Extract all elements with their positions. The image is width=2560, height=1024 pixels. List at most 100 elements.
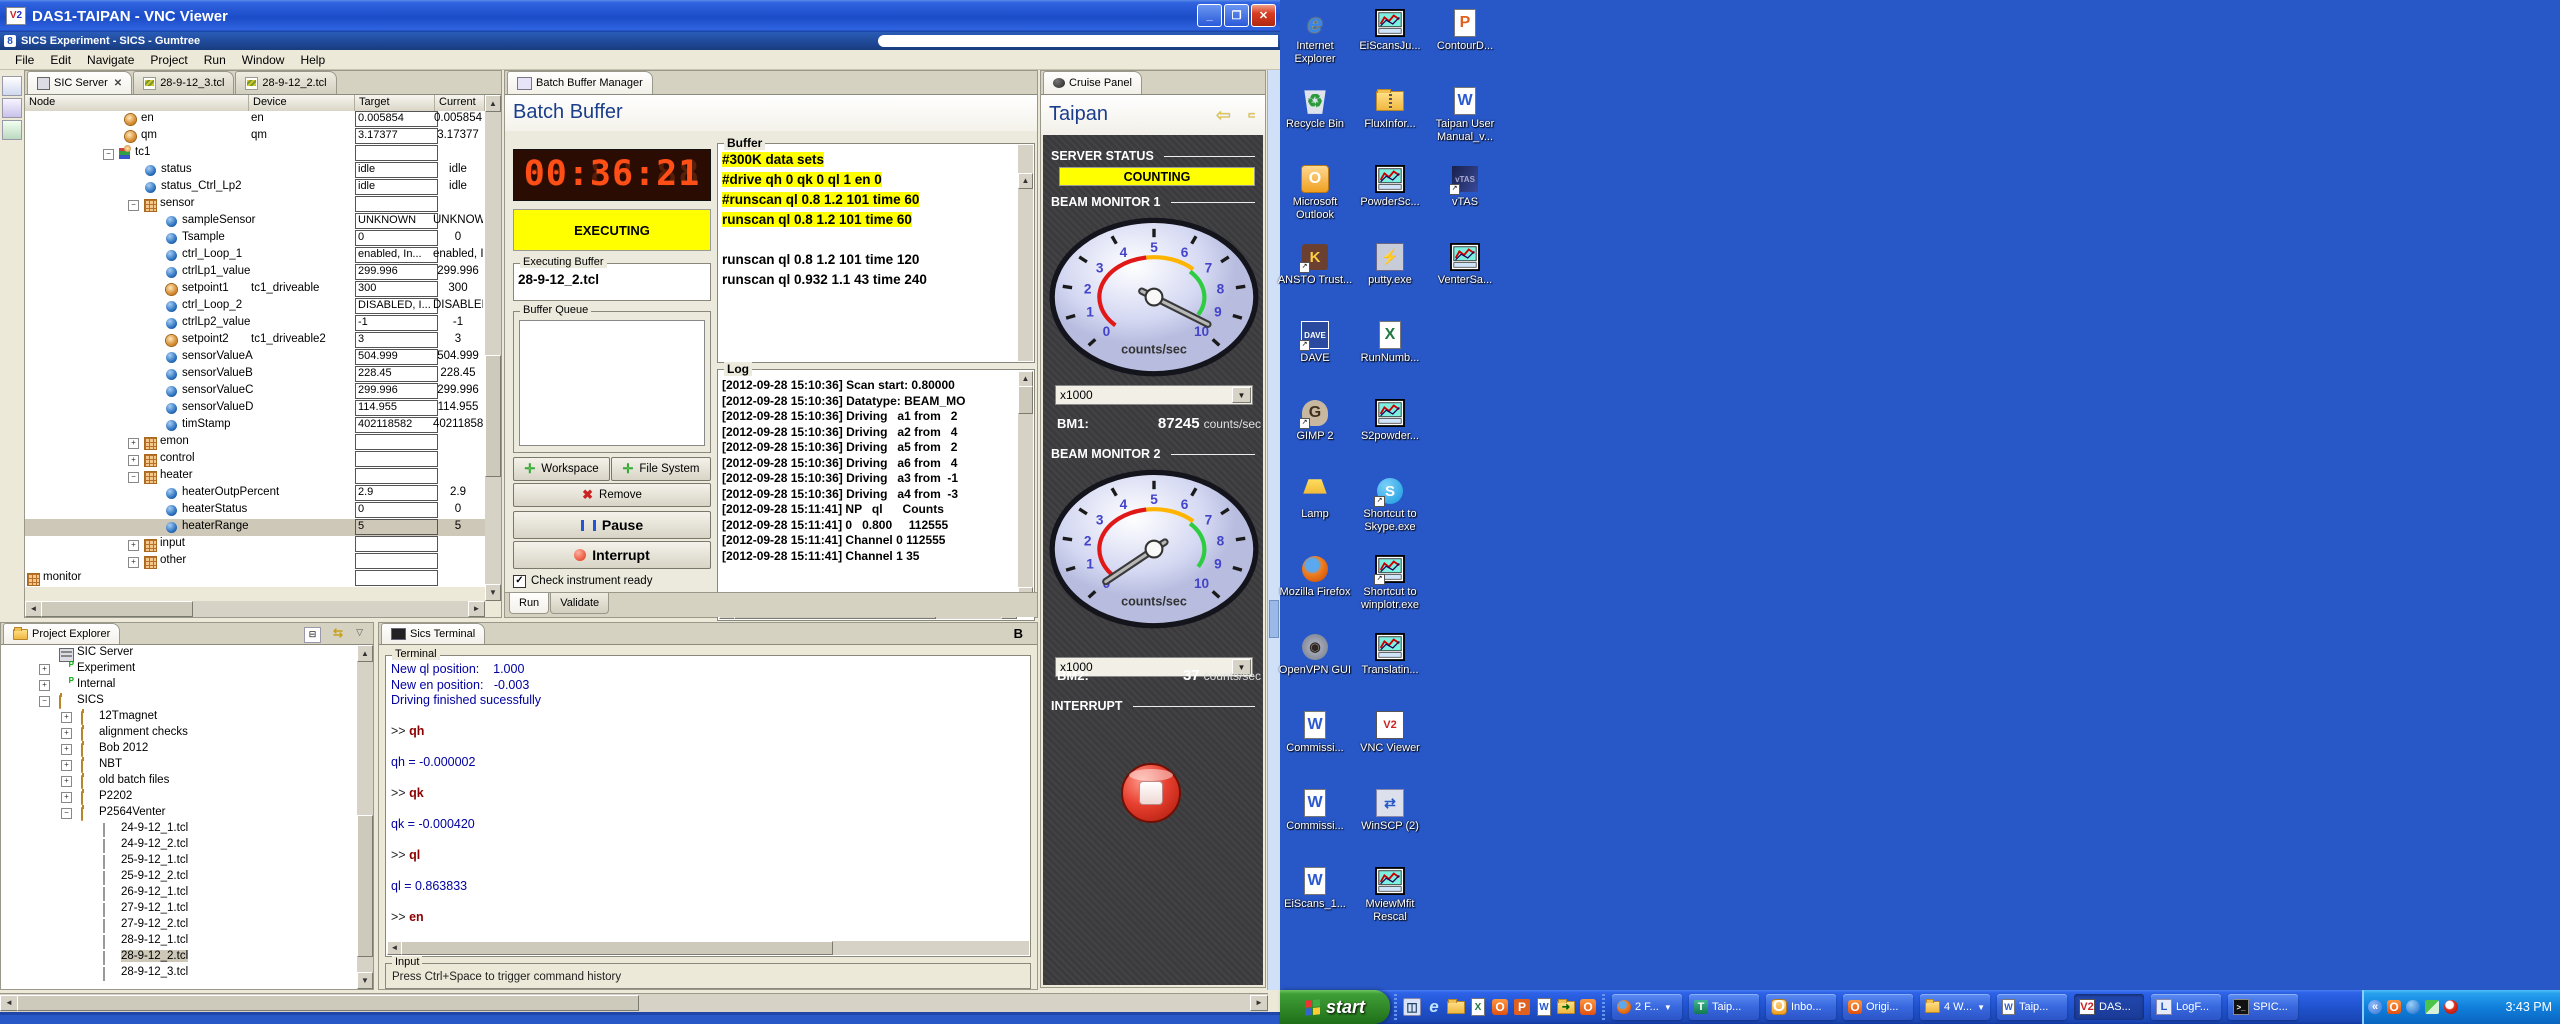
- node-target-field[interactable]: 0.005854: [355, 111, 438, 127]
- node-target-field[interactable]: 3: [355, 332, 438, 348]
- expand-icon[interactable]: +: [61, 744, 72, 755]
- column-header-current[interactable]: Current: [435, 95, 485, 111]
- buffer-text-area[interactable]: #300K data sets#drive qh 0 qk 0 ql 1 en …: [722, 152, 1014, 358]
- tree-row-input[interactable]: +input: [25, 536, 485, 553]
- vnc-horizontal-scrollbar[interactable]: ◄ ►: [0, 993, 1268, 1012]
- perspective-batch-icon[interactable]: [2, 120, 22, 140]
- close-tab-icon[interactable]: ✕: [114, 78, 122, 89]
- tab-validate[interactable]: Validate: [550, 593, 609, 614]
- desktop-icon-mviewmfit-rescal[interactable]: MviewMfit Rescal: [1351, 866, 1429, 923]
- explorer-item-24-9-12-2-tcl[interactable]: 24-9-12_2.tcl: [1, 837, 353, 853]
- workspace-button[interactable]: ✛Workspace: [513, 457, 610, 481]
- expand-icon[interactable]: +: [128, 540, 139, 551]
- tree-row-sensorValueA[interactable]: sensorValueA504.999504.999: [25, 349, 485, 366]
- quick-launch-origin[interactable]: O: [1490, 997, 1510, 1017]
- interrupt-stop-button[interactable]: [1121, 763, 1181, 823]
- terminal-horizontal-scrollbar[interactable]: ◄: [387, 941, 1029, 955]
- expand-icon[interactable]: +: [61, 760, 72, 771]
- node-target-field[interactable]: DISABLED, I...: [355, 298, 438, 314]
- buffer-scrollbar[interactable]: ▲: [1018, 145, 1033, 361]
- node-target-field[interactable]: enabled, In...: [355, 247, 438, 263]
- tree-row-ctrlLp1_value[interactable]: ctrlLp1_value299.996299.996: [25, 264, 485, 281]
- tray-origin[interactable]: O: [2386, 999, 2402, 1015]
- start-button[interactable]: start: [1280, 990, 1390, 1024]
- terminal-input-field[interactable]: Press Ctrl+Space to trigger command hist…: [392, 971, 621, 983]
- pause-button[interactable]: Pause: [513, 511, 711, 539]
- node-target-field[interactable]: [355, 536, 438, 552]
- node-target-field[interactable]: idle: [355, 179, 438, 195]
- node-target-field[interactable]: UNKNOWN: [355, 213, 438, 229]
- tab-project-explorer[interactable]: Project Explorer: [3, 623, 120, 644]
- tree-row-setpoint2[interactable]: setpoint2tc1_driveable233: [25, 332, 485, 349]
- scroll-up-icon[interactable]: ▲: [485, 95, 501, 112]
- collapse-icon[interactable]: −: [128, 200, 139, 211]
- node-target-field[interactable]: [355, 196, 438, 212]
- desktop-icon-translatin-[interactable]: Translatin...: [1351, 632, 1429, 677]
- desktop-icon-ansto-trust-[interactable]: K↗ANSTO Trust...: [1276, 242, 1354, 287]
- tree-row-sensorValueC[interactable]: sensorValueC299.996299.996: [25, 383, 485, 400]
- tab-sic-server[interactable]: SIC Server✕: [27, 71, 132, 94]
- back-arrow-icon[interactable]: ⇦: [1216, 105, 1231, 126]
- link-editor-icon[interactable]: ⇆: [333, 626, 343, 640]
- explorer-item-24-9-12-1-tcl[interactable]: 24-9-12_1.tcl: [1, 821, 353, 837]
- tree-row-en[interactable]: enen0.0058540.005854: [25, 111, 485, 128]
- tree-row-qm[interactable]: qmqm3.173773.17377: [25, 128, 485, 145]
- tray-red-vnc[interactable]: [2443, 999, 2459, 1015]
- quick-launch-excel[interactable]: X: [1468, 997, 1488, 1017]
- node-target-field[interactable]: 114.955: [355, 400, 438, 416]
- tray-green-chart[interactable]: [2424, 999, 2440, 1015]
- taskbar-window-das-[interactable]: V2DAS...: [2074, 994, 2144, 1020]
- explorer-item-internal[interactable]: +Internal: [1, 677, 353, 693]
- explorer-item-12tmagnet[interactable]: +12Tmagnet: [1, 709, 353, 725]
- desktop-icon-eiscans-1-[interactable]: WEiScans_1...: [1276, 866, 1354, 911]
- buffer-queue-list[interactable]: [519, 320, 705, 446]
- desktop-icon-lamp[interactable]: Lamp: [1276, 476, 1354, 521]
- node-target-field[interactable]: 299.996: [355, 264, 438, 280]
- explorer-item-28-9-12-1-tcl[interactable]: 28-9-12_1.tcl: [1, 933, 353, 949]
- desktop-icon-shortcut-to-winplotr-exe[interactable]: ↗Shortcut to winplotr.exe: [1351, 554, 1429, 611]
- column-header-device[interactable]: Device: [249, 95, 355, 111]
- scroll-thumb[interactable]: [401, 941, 833, 955]
- menu-navigate[interactable]: Navigate: [80, 52, 141, 68]
- tree-row-control[interactable]: +control: [25, 451, 485, 468]
- scroll-up-icon[interactable]: ▲: [1018, 173, 1033, 189]
- scroll-left-icon[interactable]: ◄: [387, 941, 402, 955]
- explorer-item-27-9-12-2-tcl[interactable]: 27-9-12_2.tcl: [1, 917, 353, 933]
- tree-row-sensorValueB[interactable]: sensorValueB228.45228.45: [25, 366, 485, 383]
- explorer-item-sic-server[interactable]: SIC Server: [1, 645, 353, 661]
- explorer-item-p2564venter[interactable]: −P2564Venter: [1, 805, 353, 821]
- tree-row-sampleSensor[interactable]: sampleSensorUNKNOWNUNKNOWN: [25, 213, 485, 230]
- node-target-field[interactable]: idle: [355, 162, 438, 178]
- explorer-scrollbar[interactable]: ▲ ▼: [357, 645, 373, 989]
- quick-launch-folder-go[interactable]: ➜: [1556, 997, 1576, 1017]
- tree-row-sensor[interactable]: −sensor: [25, 196, 485, 213]
- desktop-icon-runnumb-[interactable]: XRunNumb...: [1351, 320, 1429, 365]
- tray-blue-ball[interactable]: [2405, 999, 2421, 1015]
- scroll-up-icon[interactable]: ▲: [1018, 371, 1033, 387]
- tree-row-tc1[interactable]: −tc1: [25, 145, 485, 162]
- node-target-field[interactable]: [355, 570, 438, 586]
- desktop-icon-recycle-bin[interactable]: ♻Recycle Bin: [1276, 86, 1354, 131]
- vnc-title-bar[interactable]: V2 DAS1-TAIPAN - VNC Viewer _ ❐ ✕: [0, 0, 1280, 32]
- collapse-icon[interactable]: −: [128, 472, 139, 483]
- tree-row-ctrl_Loop_2[interactable]: ctrl_Loop_2DISABLED, I...DISABLED, I.: [25, 298, 485, 315]
- menu-help[interactable]: Help: [293, 52, 332, 68]
- tree-row-heater[interactable]: −heater: [25, 468, 485, 485]
- scroll-thumb[interactable]: [17, 995, 639, 1011]
- desktop-icon-mozilla-firefox[interactable]: Mozilla Firefox: [1276, 554, 1354, 599]
- remove-button[interactable]: ✖Remove: [513, 483, 711, 507]
- tree-row-status_Ctrl_Lp2[interactable]: status_Ctrl_Lp2idleidle: [25, 179, 485, 196]
- tab-28-9-12-2-tcl[interactable]: 28-9-12_2.tcl: [235, 71, 336, 94]
- taskbar-window-2-f-[interactable]: 2 F...▼: [1612, 994, 1682, 1020]
- quick-launch-origin[interactable]: O: [1578, 997, 1598, 1017]
- desktop-icon-putty-exe[interactable]: ⚡putty.exe: [1351, 242, 1429, 287]
- tree-row-heaterStatus[interactable]: heaterStatus00: [25, 502, 485, 519]
- taskbar-window-taip-[interactable]: WTaip...: [1997, 994, 2067, 1020]
- scroll-left-icon[interactable]: ◄: [0, 995, 18, 1011]
- tree-row-Tsample[interactable]: Tsample00: [25, 230, 485, 247]
- node-target-field[interactable]: [355, 434, 438, 450]
- chevron-down-icon[interactable]: ▼: [1232, 387, 1251, 403]
- explorer-item-old-batch-files[interactable]: +old batch files: [1, 773, 353, 789]
- expand-icon[interactable]: +: [61, 712, 72, 723]
- menu-run[interactable]: Run: [197, 52, 233, 68]
